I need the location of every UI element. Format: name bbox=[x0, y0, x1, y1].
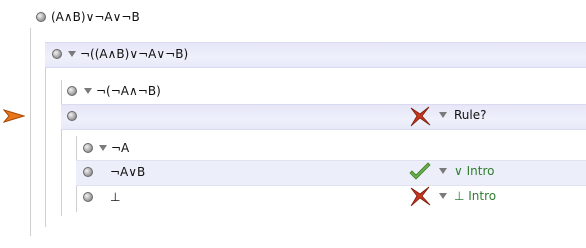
derived-row-band bbox=[76, 160, 586, 186]
bottom-formula: ⊥ bbox=[110, 190, 121, 204]
root-formula: (A∧B)∨¬A∨¬B bbox=[51, 10, 140, 24]
green-checkmark-icon bbox=[409, 162, 431, 180]
dropdown-triangle-icon[interactable] bbox=[68, 51, 76, 57]
red-cross-icon bbox=[410, 106, 431, 127]
rule-placeholder[interactable]: Rule? bbox=[454, 108, 487, 122]
grey-bullet-icon bbox=[36, 12, 46, 22]
subassumption-formula: ¬A bbox=[111, 141, 130, 155]
dropdown-triangle-icon[interactable] bbox=[84, 88, 92, 94]
root-scope-line bbox=[30, 28, 31, 236]
orange-arrow-icon bbox=[3, 109, 25, 123]
bottom-rule[interactable]: ⊥ Intro bbox=[454, 189, 496, 203]
dropdown-triangle-icon[interactable] bbox=[439, 112, 447, 118]
current-goal-row-band bbox=[61, 104, 586, 130]
derived-formula: ¬A∨B bbox=[110, 165, 146, 179]
grey-bullet-icon bbox=[52, 49, 62, 59]
grey-bullet-icon bbox=[83, 192, 93, 202]
assumption-formula: ¬((A∧B)∨¬A∨¬B) bbox=[80, 47, 189, 61]
grey-bullet-icon bbox=[83, 167, 93, 177]
derived-rule[interactable]: ∨ Intro bbox=[454, 164, 494, 178]
assumption-scope-line bbox=[45, 66, 46, 227]
subgoal-formula: ¬(¬A∧¬B) bbox=[96, 84, 161, 98]
red-cross-icon bbox=[410, 186, 431, 207]
dropdown-triangle-icon[interactable] bbox=[439, 193, 447, 199]
grey-bullet-icon bbox=[83, 143, 93, 153]
grey-bullet-icon bbox=[67, 111, 77, 121]
subgoal-scope-line bbox=[61, 80, 62, 216]
dropdown-triangle-icon[interactable] bbox=[99, 145, 107, 151]
grey-bullet-icon bbox=[67, 86, 77, 96]
dropdown-triangle-icon[interactable] bbox=[439, 168, 447, 174]
